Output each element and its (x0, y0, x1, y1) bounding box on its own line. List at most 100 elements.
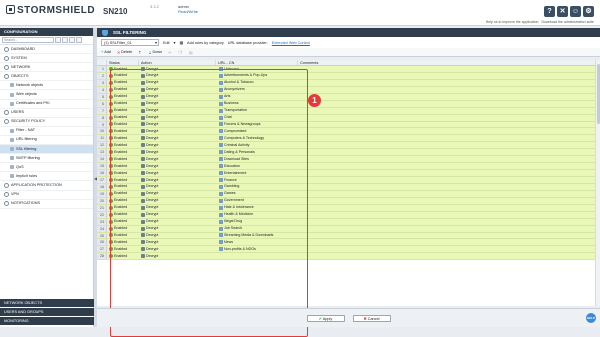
comment-cell[interactable] (298, 184, 600, 190)
copy-button[interactable]: ❐ (178, 50, 182, 55)
comment-cell[interactable] (298, 239, 600, 245)
col-url[interactable]: URL - CN (216, 60, 298, 65)
comment-cell[interactable] (298, 170, 600, 176)
col-action[interactable]: Action (139, 60, 216, 65)
comment-cell[interactable] (298, 163, 600, 169)
comment-cell[interactable] (298, 149, 600, 155)
copy-icon: ❐ (178, 50, 182, 55)
comment-cell[interactable] (298, 191, 600, 197)
category-icon (4, 192, 9, 198)
sidebar-item-label: OBJECTS (11, 73, 29, 78)
comment-cell[interactable] (298, 73, 600, 79)
sidebar-footer-network-objects[interactable]: NETWORK OBJECTS (0, 299, 94, 307)
comment-cell[interactable] (298, 253, 600, 259)
paste-button[interactable]: ▤ (189, 50, 194, 55)
sidebar-footer-users-groups[interactable]: USERS AND GROUPS (0, 308, 94, 316)
sidebar-item-notifications[interactable]: NOTIFICATIONS (0, 200, 93, 209)
module-icon (10, 156, 14, 161)
settings-icon[interactable]: ⚙ (583, 6, 594, 17)
comment-cell[interactable] (298, 101, 600, 107)
sidebar-item-implicit-rules[interactable]: Implicit rules (0, 172, 93, 182)
up-button[interactable]: ⇡ (138, 50, 142, 55)
comment-cell[interactable] (298, 94, 600, 100)
comment-cell[interactable] (298, 142, 600, 148)
comment-cell[interactable] (298, 122, 600, 128)
sidebar-item-certificates-and-pki[interactable]: Certificates and PKI (0, 100, 93, 109)
collapse-all-icon[interactable] (69, 37, 75, 43)
sidebar-item-security-policy[interactable]: SECURITY POLICY (0, 118, 93, 127)
download-suite-link[interactable]: Download the administration suite (541, 20, 594, 24)
sidebar-item-application-protection[interactable]: APPLICATION PROTECTION (0, 181, 93, 191)
sidebar-item-network[interactable]: NETWORK (0, 63, 93, 73)
sidebar-item-objects[interactable]: OBJECTS (0, 72, 93, 82)
comment-cell[interactable] (298, 233, 600, 239)
panel-title-text: SSL FILTERING (113, 30, 147, 35)
comment-cell[interactable] (298, 108, 600, 114)
col-status[interactable]: Status (107, 60, 139, 65)
sidebar-item-url-filtering[interactable]: URL filtering (0, 136, 93, 146)
comment-cell[interactable] (298, 177, 600, 183)
sidebar-item-label: Web objects (16, 92, 37, 97)
comment-cell[interactable] (298, 80, 600, 86)
sidebar-item-web-objects[interactable]: Web objects (0, 90, 93, 100)
sidebar-item-label: DASHBOARD (11, 46, 36, 51)
add-rules-by-category[interactable]: Add rules by category (187, 41, 224, 45)
col-comments[interactable]: Comments (298, 60, 600, 65)
row-number: 13 (97, 149, 107, 156)
category-icon (4, 64, 9, 70)
sidebar-item-dashboard[interactable]: DASHBOARD (0, 45, 93, 55)
apply-button[interactable]: ✔ Apply (306, 314, 345, 322)
comment-cell[interactable] (298, 198, 600, 204)
sidebar-item-filter-nat[interactable]: Filter - NAT (0, 127, 93, 136)
comment-cell[interactable] (298, 246, 600, 252)
edit-chevron-icon[interactable]: ▾ (174, 40, 176, 45)
help-icon[interactable]: ? (544, 6, 555, 17)
sidebar-item-users[interactable]: USERS (0, 109, 93, 118)
comment-cell[interactable] (298, 128, 600, 134)
grid-scrollbar[interactable] (595, 60, 600, 306)
comment-cell[interactable] (298, 66, 600, 72)
user-info[interactable]: admin Read/Write (178, 4, 198, 14)
add-rules-by-category-icon[interactable]: ▦ (179, 40, 183, 45)
sidebar-item-network-objects[interactable]: Network objects (0, 81, 93, 91)
comment-cell[interactable] (298, 115, 600, 121)
main-panel: SSL FILTERING (1) SSLFilter_01 Edit ▾ ▦ … (97, 28, 600, 337)
cut-button[interactable]: ✂ (168, 50, 172, 55)
close-icon[interactable]: ✕ (557, 6, 568, 17)
profile-select[interactable]: (1) SSLFilter_01 (101, 39, 159, 46)
add-button[interactable]: + Add (101, 50, 111, 54)
comment-cell[interactable] (298, 226, 600, 232)
sidebar-item-smtp-filtering[interactable]: SMTP filtering (0, 154, 93, 164)
user-icon[interactable]: ☺ (570, 6, 581, 17)
down-button[interactable]: ⇣ Down (148, 50, 162, 55)
comment-cell[interactable] (298, 212, 600, 218)
expand-all-icon[interactable] (62, 37, 68, 43)
url-db-link[interactable]: Extended Web Control (272, 41, 310, 45)
grid-view-icon[interactable] (76, 37, 82, 43)
sidebar-item-system[interactable]: SYSTEM (0, 54, 93, 64)
help-float-button[interactable]: HELP (586, 313, 596, 323)
delete-button[interactable]: ✕ Delete (117, 50, 132, 55)
comment-cell[interactable] (298, 87, 600, 93)
improve-link[interactable]: Help us to improve the application (486, 20, 539, 24)
down-label: Down (152, 50, 163, 54)
module-icon (10, 128, 14, 133)
sidebar-item-vpn[interactable]: VPN (0, 191, 93, 200)
comment-cell[interactable] (298, 219, 600, 225)
sidebar-item-ssl-filtering[interactable]: SSL filtering (0, 145, 93, 155)
edit-menu[interactable]: Edit (163, 41, 170, 45)
row-number: 11 (97, 135, 107, 142)
comment-cell[interactable] (298, 135, 600, 141)
sidebar-footer-monitoring[interactable]: MONITORING (0, 317, 94, 325)
comment-cell[interactable] (298, 205, 600, 211)
sidebar-search-input[interactable]: Search... (2, 37, 54, 43)
cancel-button[interactable]: ✖ Cancel (352, 314, 391, 322)
row-number: 2 (97, 72, 107, 79)
version-info: 3.3.2 (150, 4, 159, 9)
comment-cell[interactable] (298, 156, 600, 162)
sidebar-item-qos[interactable]: QoS (0, 163, 93, 173)
sidebar-title[interactable]: CONFIGURATION (0, 28, 93, 36)
search-icon[interactable] (55, 37, 61, 43)
user-access-link[interactable]: Read/Write (178, 9, 198, 14)
shield-icon (102, 29, 108, 36)
